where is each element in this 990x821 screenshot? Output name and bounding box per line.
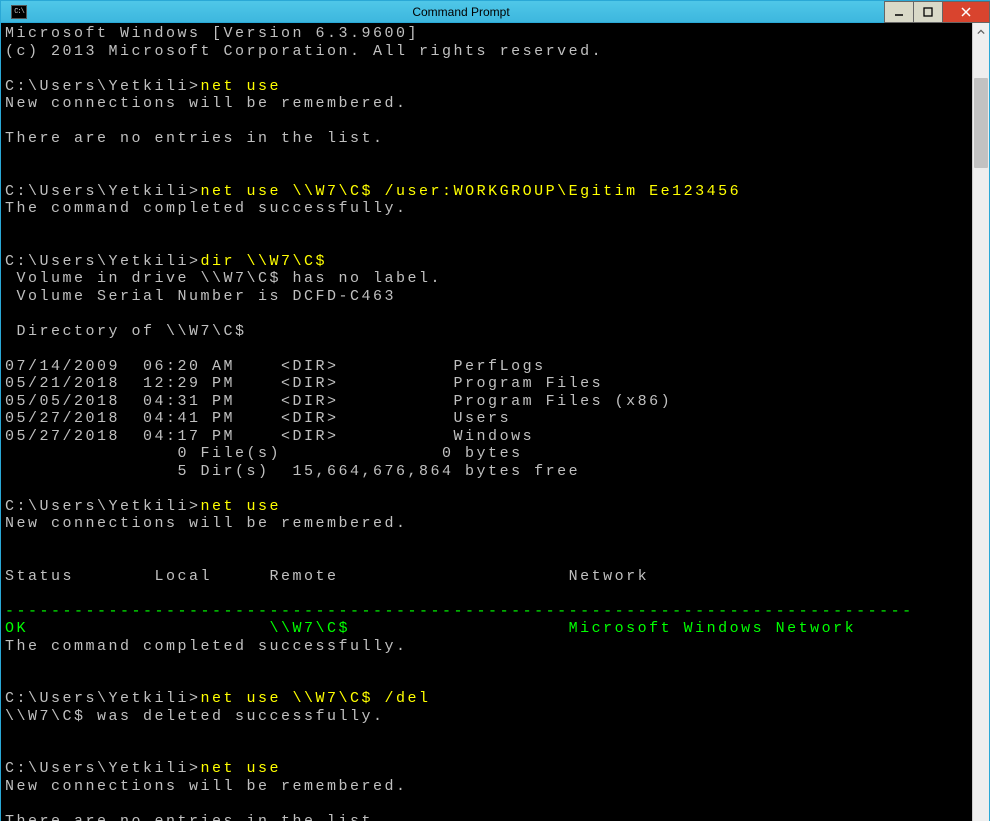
command-text: net use bbox=[201, 760, 282, 777]
scrollbar-track[interactable] bbox=[973, 40, 989, 821]
scroll-up-button[interactable] bbox=[973, 23, 989, 40]
output-line: Volume in drive \\W7\C$ has no label. bbox=[5, 270, 442, 287]
app-icon: C:\ bbox=[1, 1, 37, 22]
client-area: Microsoft Windows [Version 6.3.9600] (c)… bbox=[1, 23, 989, 821]
connection-network: Microsoft Windows Network bbox=[569, 620, 857, 637]
maximize-button[interactable] bbox=[913, 1, 943, 23]
prompt: C:\Users\Yetkili> bbox=[5, 183, 201, 200]
close-button[interactable] bbox=[942, 1, 990, 23]
minimize-icon bbox=[894, 7, 904, 17]
command-text: dir \\W7\C$ bbox=[201, 253, 328, 270]
prompt: C:\Users\Yetkili> bbox=[5, 690, 201, 707]
cmd-icon: C:\ bbox=[11, 5, 27, 19]
spacer bbox=[28, 620, 270, 637]
output-line: The command completed successfully. bbox=[5, 200, 408, 217]
output-line: Volume Serial Number is DCFD-C463 bbox=[5, 288, 396, 305]
command-text: net use bbox=[201, 498, 282, 515]
output-line: New connections will be remembered. bbox=[5, 95, 408, 112]
output-line: Microsoft Windows [Version 6.3.9600] bbox=[5, 25, 419, 42]
dir-entry: 05/27/2018 04:41 PM <DIR> Users bbox=[5, 410, 511, 427]
terminal-output[interactable]: Microsoft Windows [Version 6.3.9600] (c)… bbox=[1, 23, 972, 821]
minimize-button[interactable] bbox=[884, 1, 914, 23]
command-text: net use bbox=[201, 78, 282, 95]
output-line: There are no entries in the list. bbox=[5, 813, 385, 821]
output-line: New connections will be remembered. bbox=[5, 515, 408, 532]
dir-entry: 07/14/2009 06:20 AM <DIR> PerfLogs bbox=[5, 358, 546, 375]
prompt: C:\Users\Yetkili> bbox=[5, 498, 201, 515]
scrollbar-thumb[interactable] bbox=[974, 78, 988, 168]
dir-entry: 05/27/2018 04:17 PM <DIR> Windows bbox=[5, 428, 534, 445]
vertical-scrollbar[interactable] bbox=[972, 23, 989, 821]
spacer bbox=[350, 620, 569, 637]
prompt: C:\Users\Yetkili> bbox=[5, 253, 201, 270]
output-line: New connections will be remembered. bbox=[5, 778, 408, 795]
dir-summary: 5 Dir(s) 15,664,676,864 bytes free bbox=[5, 463, 580, 480]
command-prompt-window: C:\ Command Prompt Microsoft Windows [Ve… bbox=[0, 0, 990, 821]
output-line: Directory of \\W7\C$ bbox=[5, 323, 247, 340]
output-line: The command completed successfully. bbox=[5, 638, 408, 655]
chevron-up-icon bbox=[977, 28, 985, 36]
output-line: (c) 2013 Microsoft Corporation. All righ… bbox=[5, 43, 603, 60]
dir-entry: 05/05/2018 04:31 PM <DIR> Program Files … bbox=[5, 393, 672, 410]
prompt: C:\Users\Yetkili> bbox=[5, 78, 201, 95]
output-line: \\W7\C$ was deleted successfully. bbox=[5, 708, 385, 725]
maximize-icon bbox=[923, 7, 933, 17]
titlebar[interactable]: C:\ Command Prompt bbox=[1, 1, 989, 23]
close-icon bbox=[961, 7, 971, 17]
table-header: Status Local Remote Network bbox=[5, 568, 649, 585]
window-title: Command Prompt bbox=[37, 5, 885, 19]
separator-line: ----------------------------------------… bbox=[5, 603, 914, 620]
connection-remote: \\W7\C$ bbox=[270, 620, 351, 637]
dir-entry: 05/21/2018 12:29 PM <DIR> Program Files bbox=[5, 375, 603, 392]
command-text: net use \\W7\C$ /del bbox=[201, 690, 431, 707]
dir-summary: 0 File(s) 0 bytes bbox=[5, 445, 523, 462]
command-text: net use \\W7\C$ /user:WORKGROUP\Egitim E… bbox=[201, 183, 742, 200]
output-line: There are no entries in the list. bbox=[5, 130, 385, 147]
prompt: C:\Users\Yetkili> bbox=[5, 760, 201, 777]
window-controls bbox=[885, 1, 990, 22]
connection-status: OK bbox=[5, 620, 28, 637]
